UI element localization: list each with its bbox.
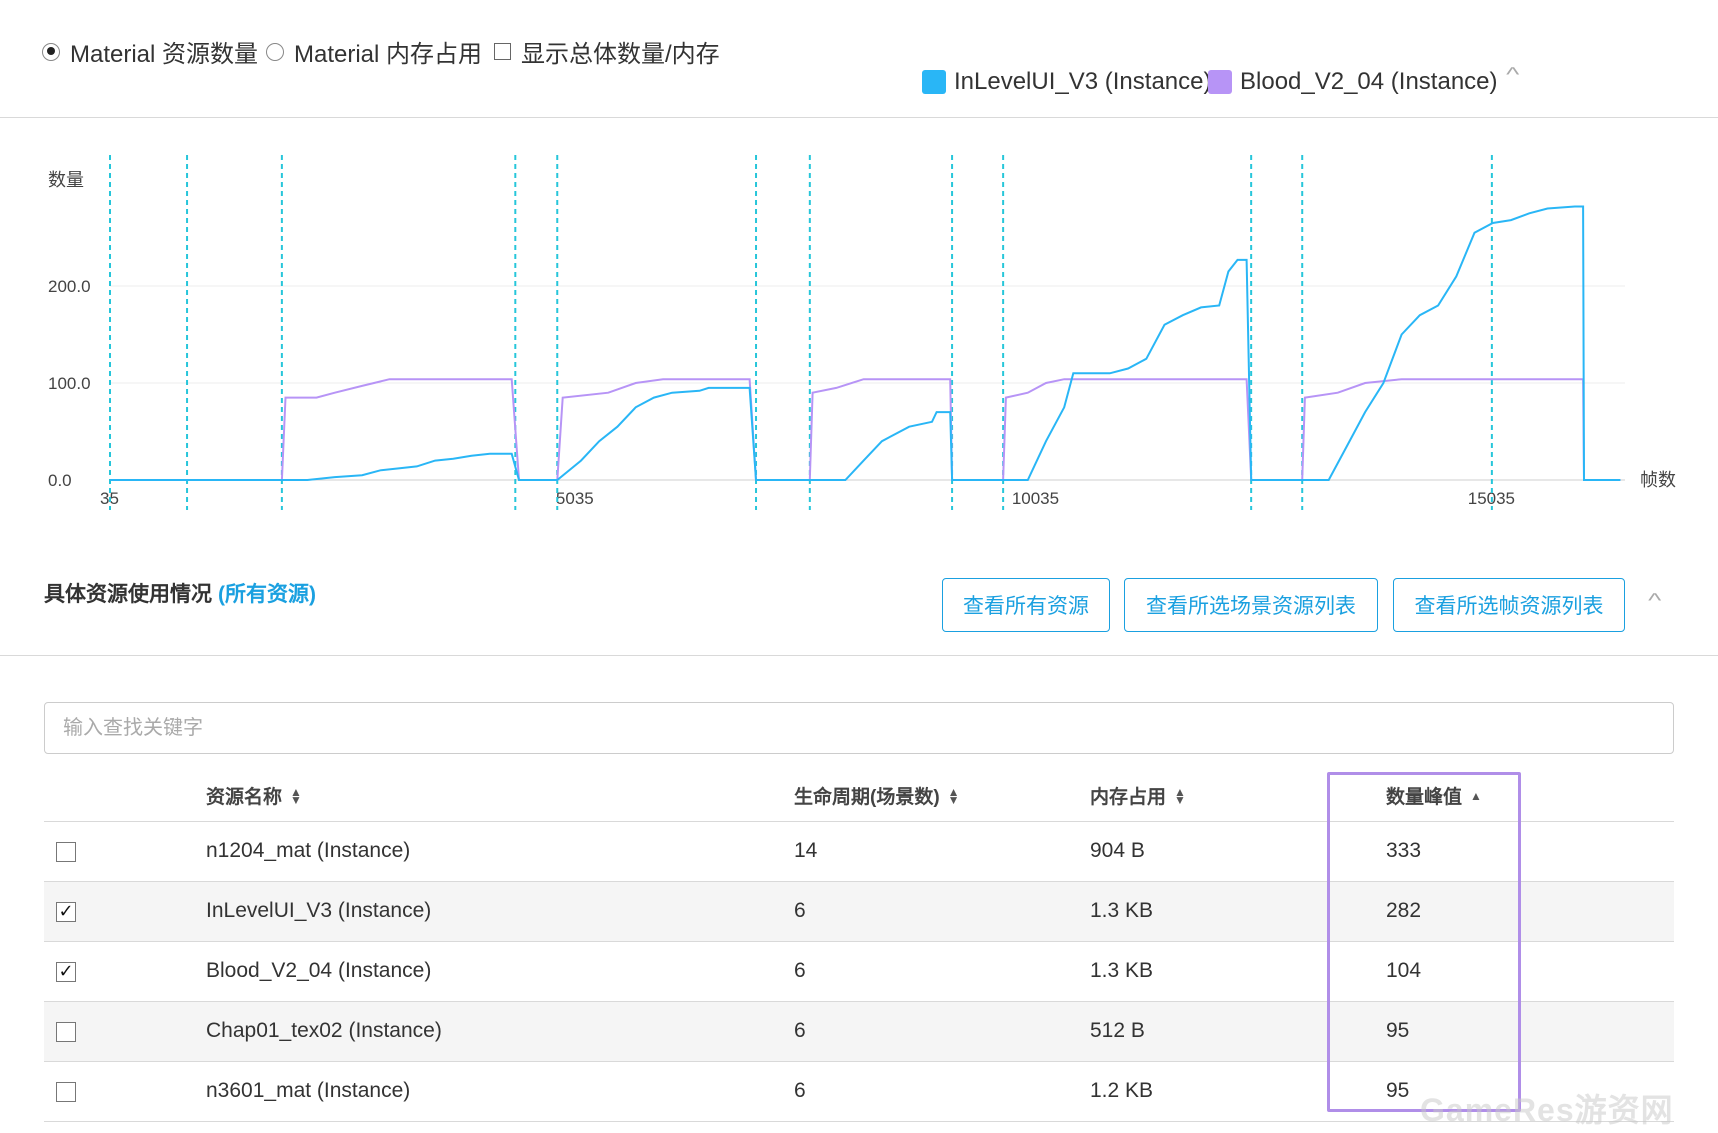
legend-label: InLevelUI_V3 (Instance) (954, 68, 1212, 95)
cell-name: n3601_mat (Instance) (206, 1079, 411, 1102)
cell-lifecycle: 6 (794, 1079, 806, 1102)
checkbox-show-total-label: 显示总体数量/内存 (521, 41, 720, 68)
legend-swatch-icon (922, 70, 946, 94)
x-tick-label: 5035 (556, 489, 594, 508)
cell-memory: 1.2 KB (1090, 1079, 1154, 1102)
radio-material-memory[interactable]: Material 内存占用 (266, 34, 482, 69)
header-peak[interactable]: 数量峰值 ▲ (1386, 782, 1482, 809)
row-checkbox[interactable] (56, 1082, 76, 1102)
section-title-text: 具体资源使用情况 (44, 583, 212, 606)
view-scene-resources-button[interactable]: 查看所选场景资源列表 (1124, 578, 1378, 632)
view-all-resources-button[interactable]: 查看所有资源 (942, 578, 1110, 632)
cell-name: Blood_V2_04 (Instance) (206, 959, 432, 982)
header-lifecycle[interactable]: 生命周期(场景数) ▲ ▼ (794, 782, 960, 809)
table-row[interactable]: ✓ InLevelUI_V3 (Instance) 6 1.3 KB 282 (44, 882, 1674, 942)
header-lifecycle-label: 生命周期(场景数) (794, 787, 940, 808)
header-memory[interactable]: 内存占用 ▲ ▼ (1090, 782, 1186, 809)
y-tick-label: 100.0 (48, 374, 91, 393)
row-checkbox[interactable]: ✓ (56, 962, 76, 982)
radio-selected-icon[interactable] (42, 42, 60, 61)
header-peak-label: 数量峰值 (1386, 787, 1463, 808)
y-tick-label: 0.0 (48, 471, 72, 490)
section-title: 具体资源使用情况 (所有资源) (44, 578, 316, 608)
cell-lifecycle: 14 (794, 839, 818, 862)
cell-memory: 904 B (1090, 839, 1145, 862)
series-line[interactable] (110, 205, 1621, 481)
legend-item-inlevelui[interactable]: InLevelUI_V3 (Instance) (922, 68, 1211, 96)
table-row[interactable]: ✓ Blood_V2_04 (Instance) 6 1.3 KB 104 (44, 942, 1674, 1002)
cell-memory: 512 B (1090, 1019, 1145, 1042)
table-header: 资源名称 ▲ ▼ 生命周期(场景数) ▲ ▼ 内存占用 ▲ ▼ 数量峰值 ▲ (44, 764, 1674, 822)
cell-memory: 1.3 KB (1090, 959, 1154, 982)
all-resources-link[interactable]: (所有资源) (218, 583, 316, 606)
series-line[interactable] (110, 378, 1621, 481)
cell-name: InLevelUI_V3 (Instance) (206, 899, 432, 922)
sort-asc-icon[interactable]: ▲ (1470, 790, 1482, 802)
row-checkbox[interactable] (56, 1022, 76, 1042)
legend-item-blood[interactable]: Blood_V2_04 (Instance) (1208, 68, 1498, 96)
checkbox-show-total[interactable]: 显示总体数量/内存 (494, 34, 720, 69)
cell-name: n1204_mat (Instance) (206, 839, 411, 862)
radio-material-count-label: Material 资源数量 (70, 41, 259, 68)
radio-material-memory-label: Material 内存占用 (294, 41, 483, 68)
resource-table: 资源名称 ▲ ▼ 生命周期(场景数) ▲ ▼ 内存占用 ▲ ▼ 数量峰值 ▲ n120… (44, 764, 1674, 1122)
collapse-chart-icon[interactable]: ^ (1506, 64, 1519, 87)
table-row[interactable]: n1204_mat (Instance) 14 904 B 333 (44, 822, 1674, 882)
row-checkbox[interactable] (56, 842, 76, 862)
cell-peak: 95 (1386, 1079, 1410, 1102)
sort-icon[interactable]: ▲ ▼ (948, 786, 960, 806)
legend-label: Blood_V2_04 (Instance) (1240, 68, 1498, 95)
resource-usage-header: 具体资源使用情况 (所有资源) 查看所有资源 查看所选场景资源列表 查看所选帧资源… (0, 560, 1718, 656)
collapse-section-icon[interactable]: ^ (1648, 590, 1661, 613)
chart-options-bar: Material 资源数量 Material 内存占用 显示总体数量/内存 In… (0, 0, 1718, 118)
sort-icon[interactable]: ▲ ▼ (290, 786, 302, 806)
row-checkbox[interactable]: ✓ (56, 902, 76, 922)
header-name[interactable]: 资源名称 ▲ ▼ (206, 782, 302, 809)
view-frame-resources-button[interactable]: 查看所选帧资源列表 (1393, 578, 1625, 632)
y-axis-label: 数量 (48, 170, 84, 191)
radio-material-count[interactable]: Material 资源数量 (42, 34, 258, 69)
cell-lifecycle: 6 (794, 899, 806, 922)
watermark: GameRes游资网 (1420, 1092, 1674, 1128)
cell-lifecycle: 6 (794, 959, 806, 982)
material-count-chart[interactable]: 0.0100.0200.0数量帧数3550351003515035 (0, 140, 1718, 520)
radio-unselected-icon[interactable] (266, 42, 284, 61)
legend-swatch-icon (1208, 70, 1232, 94)
cell-lifecycle: 6 (794, 1019, 806, 1042)
sort-icon[interactable]: ▲ ▼ (1174, 786, 1186, 806)
cell-peak: 95 (1386, 1019, 1410, 1042)
cell-memory: 1.3 KB (1090, 899, 1154, 922)
cell-peak: 333 (1386, 839, 1422, 862)
cell-peak: 104 (1386, 959, 1422, 982)
cell-name: Chap01_tex02 (Instance) (206, 1019, 442, 1042)
search-input[interactable] (44, 702, 1674, 754)
cell-peak: 282 (1386, 899, 1422, 922)
x-axis-label: 帧数 (1640, 470, 1676, 491)
checkbox-unchecked-icon[interactable] (494, 43, 511, 60)
y-tick-label: 200.0 (48, 277, 91, 296)
header-memory-label: 内存占用 (1090, 787, 1167, 808)
header-name-label: 资源名称 (206, 787, 283, 808)
x-tick-label: 10035 (1012, 489, 1059, 508)
table-row[interactable]: Chap01_tex02 (Instance) 6 512 B 95 (44, 1002, 1674, 1062)
